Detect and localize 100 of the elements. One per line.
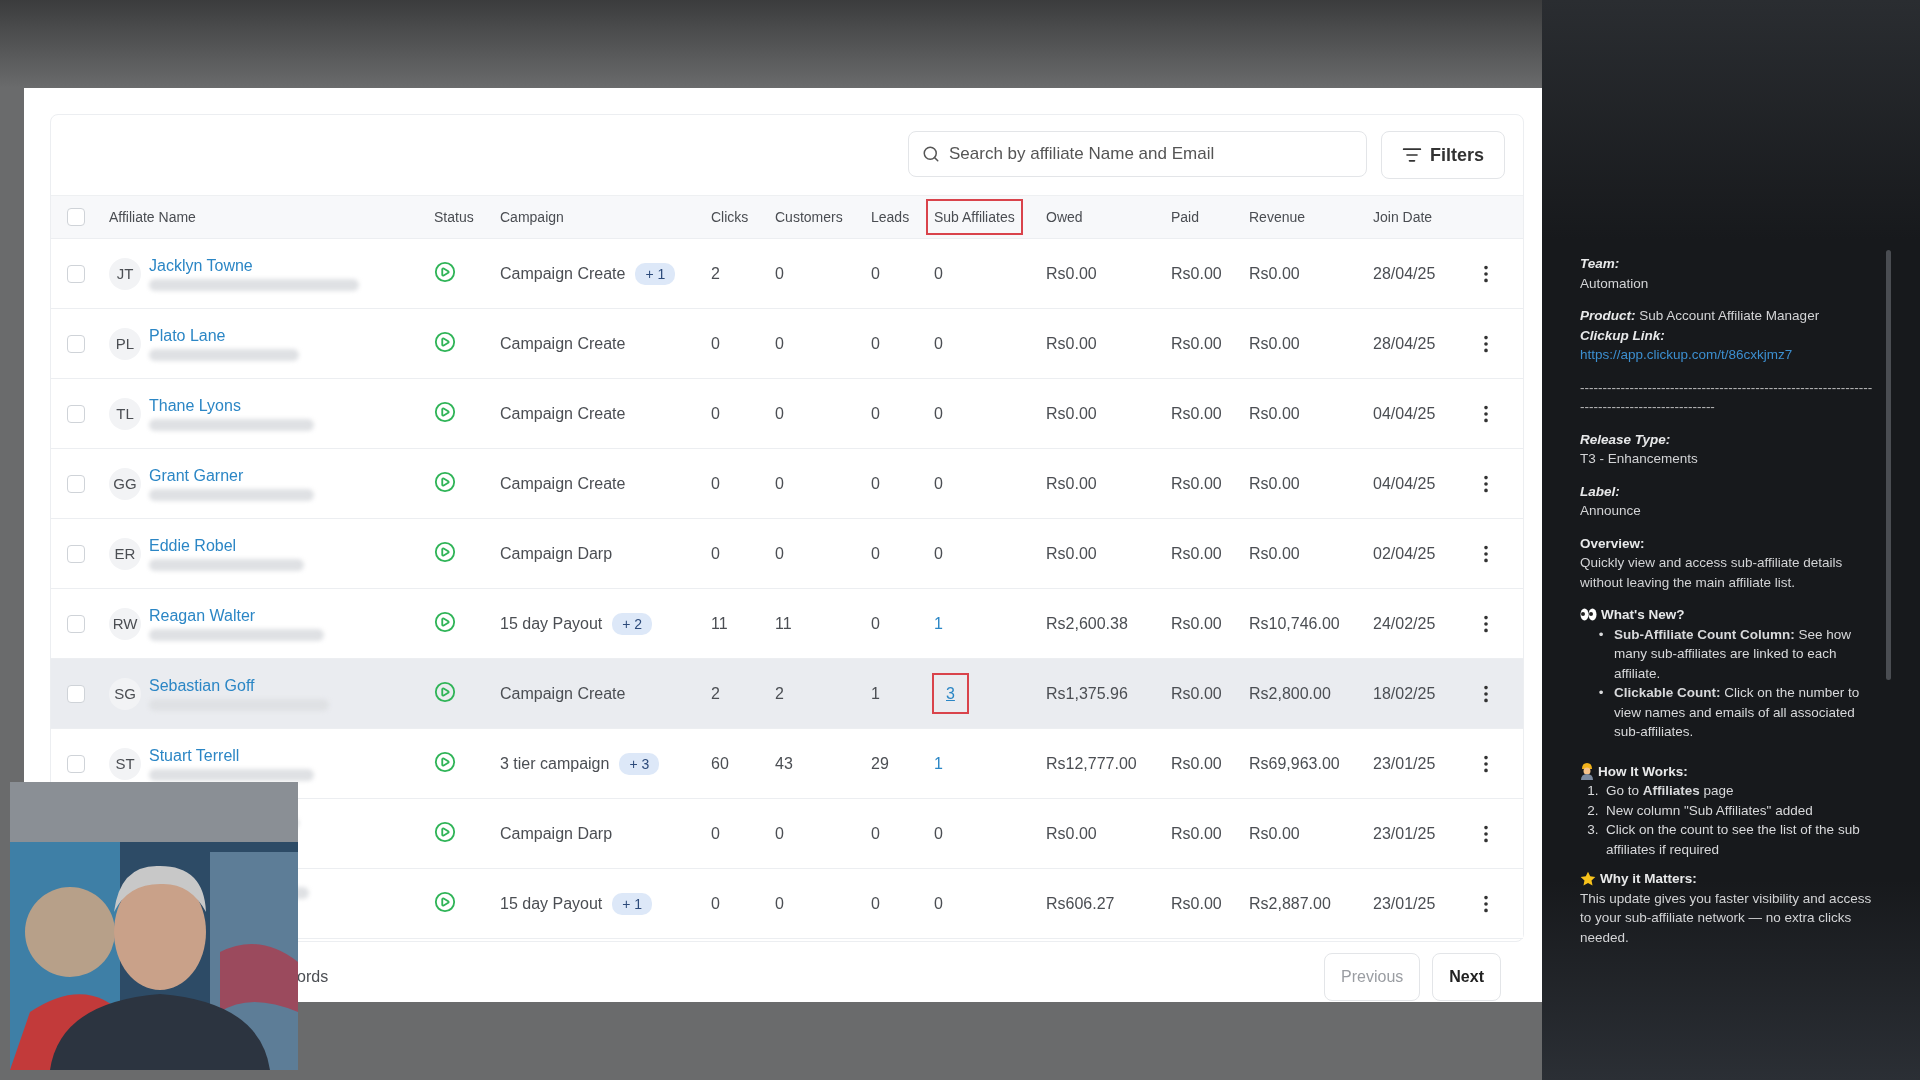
row-checkbox[interactable] xyxy=(67,754,85,773)
column-header: Clicks xyxy=(710,208,750,227)
table-cell-text: 0 xyxy=(774,264,785,283)
column-header: Campaign xyxy=(499,208,565,227)
table-cell: 0 xyxy=(934,544,943,562)
sub-affiliate-count-link[interactable]: 3 xyxy=(934,674,967,712)
campaign-name: Campaign Create xyxy=(500,264,626,283)
table-cell-text: Rs0.00 xyxy=(1170,264,1223,283)
table-cell-text: 28/04/25 xyxy=(1372,264,1437,283)
avatar: PL xyxy=(109,327,141,360)
table-cell-text: 0 xyxy=(774,404,785,423)
table-cell-text: Rs0.00 xyxy=(1170,544,1223,563)
pagination-button[interactable]: Next xyxy=(1432,953,1501,1001)
bullet-mark: • xyxy=(1597,625,1605,644)
affiliate-name-link[interactable]: Eddie Robel xyxy=(149,536,304,555)
row-checkbox[interactable] xyxy=(67,544,85,563)
search-icon xyxy=(921,145,940,163)
table-cell-text: 29 xyxy=(870,754,890,773)
table-cell-text: 0 xyxy=(710,894,721,913)
table-cell-text: Rs0.00 xyxy=(1045,544,1098,563)
clickup-link[interactable]: https://app.clickup.com/t/86cxkjmz7 xyxy=(1580,345,1876,365)
table-cell-text: 0 xyxy=(710,334,721,353)
avatar: JT xyxy=(109,257,141,290)
dash-separator: ----------------------------------------------------------------------------------------------- xyxy=(1580,378,1874,416)
table-cell: 0 xyxy=(934,474,943,492)
row-checkbox[interactable] xyxy=(67,264,85,283)
table-cell-text: Rs0.00 xyxy=(1170,614,1223,633)
column-header: Affiliate Name xyxy=(108,208,197,227)
column-header: Leads xyxy=(870,208,911,227)
filters-button[interactable]: Filters xyxy=(1380,131,1505,179)
table-cell-text: 0 xyxy=(870,264,881,283)
table-cell-text: 0 xyxy=(774,334,785,353)
field-value: Automation xyxy=(1580,274,1650,293)
campaign-name: 15 day Payout xyxy=(500,614,603,633)
selected-row-highlight[interactable] xyxy=(51,659,1523,728)
row-checkbox[interactable] xyxy=(67,614,85,633)
table-cell-text: 0 xyxy=(870,404,881,423)
list-number: 2. xyxy=(1586,801,1600,820)
records-text: ords xyxy=(297,968,329,986)
table-cell-text: Rs0.00 xyxy=(1170,754,1223,773)
table-cell-text: Rs0.00 xyxy=(1170,334,1223,353)
table-cell-text: 23/01/25 xyxy=(1372,754,1437,773)
sub-affiliate-count-link[interactable]: 1 xyxy=(934,754,943,772)
sub-affiliate-count-link[interactable]: 1 xyxy=(934,614,943,632)
table-cell-text: Rs0.00 xyxy=(1170,684,1223,703)
campaign-name: Campaign Create xyxy=(500,334,626,353)
list-number: 3. xyxy=(1586,821,1600,839)
affiliate-name-link[interactable]: Grant Garner xyxy=(149,466,314,485)
campaign-count-badge[interactable]: + 1 xyxy=(635,262,676,285)
table-cell-text: 0 xyxy=(870,894,881,913)
table-cell: 0 xyxy=(934,334,943,352)
search-field[interactable]: Search by affiliate Name and Email xyxy=(907,131,1367,177)
table-cell-text: Rs12,777.00 xyxy=(1045,754,1138,773)
field-label: Clickup Link: xyxy=(1580,326,1666,345)
table-cell-text: 0 xyxy=(774,824,785,843)
select-all-checkbox[interactable] xyxy=(67,208,85,226)
table-cell-text: 11 xyxy=(774,614,793,633)
play-icon xyxy=(434,890,456,913)
table-cell-text: 0 xyxy=(710,474,721,493)
affiliate-name-link[interactable]: Stuart Terrell xyxy=(149,746,314,765)
field-text: Product: Sub Account Affiliate Manager xyxy=(1580,307,1821,325)
table-cell: 0 xyxy=(934,824,943,842)
row-checkbox[interactable] xyxy=(67,334,85,353)
table-cell-text: Rs0.00 xyxy=(1170,474,1223,493)
campaign-count-badge[interactable]: + 2 xyxy=(612,612,653,635)
table-cell-text: 0 xyxy=(870,334,881,353)
table-cell-text: 0 xyxy=(774,544,785,563)
table-cell-text: 2 xyxy=(710,684,721,703)
table-cell-text: Rs0.00 xyxy=(1248,824,1301,843)
table-cell-text: 0 xyxy=(774,894,785,913)
campaign-name: 3 tier campaign xyxy=(500,754,610,773)
avatar: RW xyxy=(109,607,141,640)
table-cell-text: 60 xyxy=(710,754,730,773)
affiliate-name-link[interactable]: Jacklyn Towne xyxy=(149,256,359,275)
affiliate-name-link[interactable]: Plato Lane xyxy=(149,326,299,345)
campaign-name: Campaign Darp xyxy=(500,544,613,563)
table-cell: 0 xyxy=(934,894,943,912)
section-heading: What's New? xyxy=(1601,606,1685,624)
campaign-count-badge[interactable]: + 1 xyxy=(612,892,653,915)
table-cell-text: Rs0.00 xyxy=(1045,334,1098,353)
table-cell-text: 0 xyxy=(710,544,721,563)
table-cell-text: Rs0.00 xyxy=(1045,824,1098,843)
campaign-count-badge[interactable]: + 3 xyxy=(619,752,660,775)
table-cell-text: Rs2,887.00 xyxy=(1248,894,1332,913)
campaign-name: Campaign Create xyxy=(500,474,626,493)
table-cell-text: Rs0.00 xyxy=(1248,474,1301,493)
table-cell: 0 xyxy=(934,264,943,282)
section-heading: Overview: xyxy=(1580,534,1646,553)
affiliate-name-link[interactable]: Thane Lyons xyxy=(149,396,314,415)
list-item-text: Go to Affiliates page xyxy=(1606,782,1735,800)
affiliate-name-link[interactable]: Sebastian Goff xyxy=(149,676,329,695)
affiliate-name-link[interactable]: Reagan Walter xyxy=(149,606,324,625)
table-cell-text: 23/01/25 xyxy=(1372,824,1437,843)
row-checkbox[interactable] xyxy=(67,474,85,493)
table-cell-text: 0 xyxy=(710,824,721,843)
avatar: ER xyxy=(109,537,141,570)
table-cell-text: 0 xyxy=(870,824,881,843)
field-label: Release Type: xyxy=(1580,430,1672,449)
avatar: TL xyxy=(109,397,141,430)
row-checkbox[interactable] xyxy=(67,404,85,423)
